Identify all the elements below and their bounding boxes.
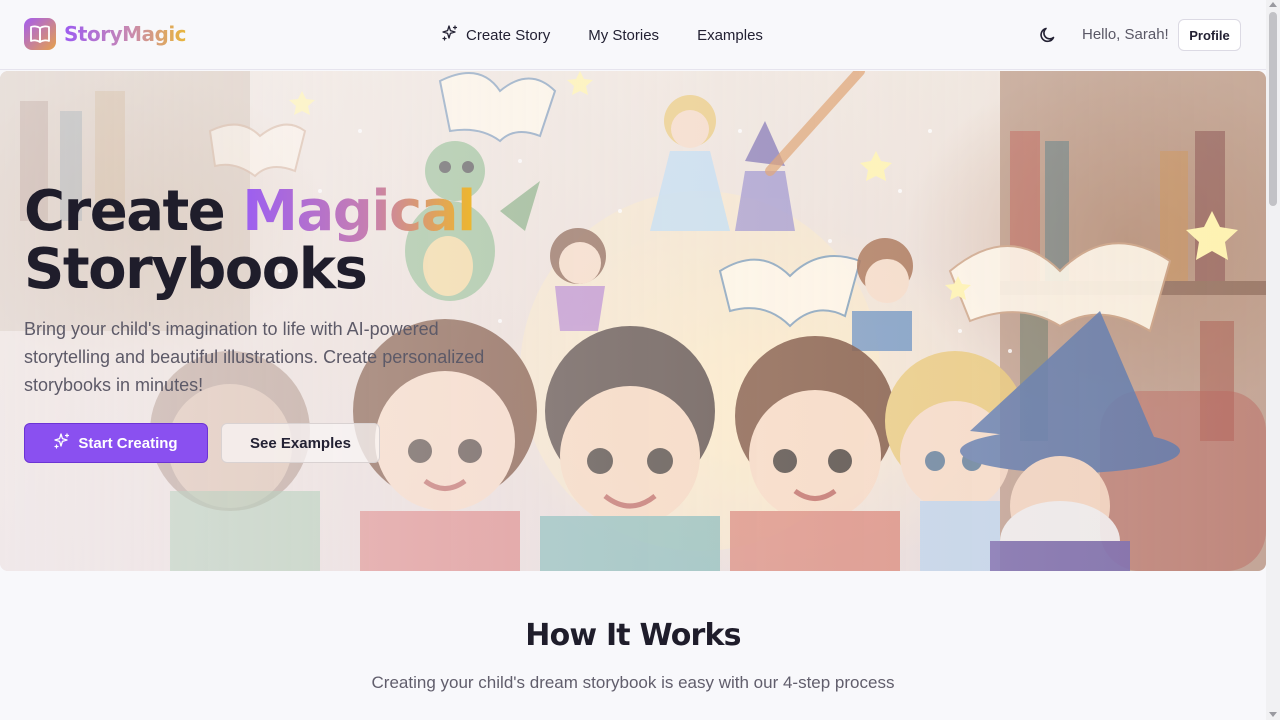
how-it-works-subtitle: Creating your child's dream storybook is… [371, 673, 895, 692]
start-creating-button[interactable]: Start Creating [24, 423, 208, 463]
scrollbar-thumb[interactable] [1269, 12, 1277, 206]
brand-logo-link[interactable]: StoryMagic [24, 18, 187, 50]
theme-toggle-button[interactable] [1038, 25, 1058, 45]
nav-my-stories[interactable]: My Stories [588, 24, 659, 46]
hero-title-line2: Storybooks [24, 237, 368, 302]
user-greeting: Hello, Sarah! [1082, 26, 1169, 43]
profile-button[interactable]: Profile [1178, 19, 1241, 51]
nav-examples[interactable]: Examples [697, 24, 763, 46]
see-examples-button[interactable]: See Examples [221, 423, 380, 463]
sparkles-icon [442, 25, 458, 45]
scroll-down-arrow-icon[interactable] [1269, 712, 1277, 717]
book-open-icon [24, 18, 56, 50]
nav-examples-label: Examples [697, 26, 763, 44]
hero-title-highlight: Magical [242, 179, 476, 244]
hero-section: Create Magical Storybooks Bring your chi… [0, 71, 1266, 571]
nav-create-story[interactable]: Create Story [442, 24, 550, 46]
how-it-works-title: How It Works [525, 618, 741, 653]
page-scrollbar[interactable] [1266, 0, 1280, 720]
moon-icon [1038, 27, 1058, 49]
hero-title: Create Magical Storybooks [24, 183, 476, 302]
main-nav: Create Story My Stories Examples [442, 24, 763, 46]
hero-subtitle: Bring your child's imagination to life w… [24, 319, 485, 395]
hero-title-part1: Create [24, 179, 243, 244]
sparkles-icon [54, 433, 70, 453]
scroll-up-arrow-icon[interactable] [1269, 2, 1277, 7]
start-creating-label: Start Creating [78, 434, 178, 452]
top-navbar: StoryMagic Create Story My Stories Examp… [0, 0, 1266, 70]
nav-my-stories-label: My Stories [588, 26, 660, 44]
nav-create-story-label: Create Story [466, 26, 551, 44]
brand-name: StoryMagic [64, 22, 187, 46]
